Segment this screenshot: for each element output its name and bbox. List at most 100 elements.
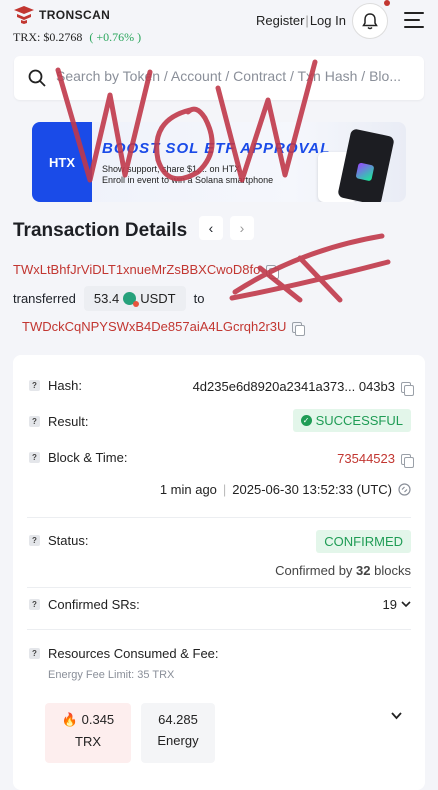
to-address-row: TWDckCqNPYSWxB4De857aiA4LGcrqh2r3U [22, 319, 306, 337]
result-label-row: ? Result: [29, 414, 88, 429]
energy-fee-limit: Energy Fee Limit: 35 TRX [48, 669, 175, 681]
header: TRONSCAN TRX: $0.2768 ( +0.76% ) Registe… [0, 0, 438, 50]
status-label-row: ? Status: [29, 533, 88, 548]
result-value: SUCCESSFUL [315, 413, 403, 428]
srs-label-row: ? Confirmed SRs: [29, 597, 140, 612]
htx-logo: HTX [32, 122, 92, 202]
resources-label-row: ? Resources Consumed & Fee: [29, 646, 219, 661]
status-badge: CONFIRMED [316, 530, 411, 553]
brand-name: TRONSCAN [39, 8, 111, 22]
divider [27, 629, 411, 630]
prev-transaction-button[interactable]: ‹ [199, 216, 223, 240]
hash-label: Hash: [48, 378, 82, 393]
bell-icon [362, 12, 378, 29]
page-title: Transaction Details [13, 220, 188, 241]
search-bar [14, 56, 424, 100]
result-label: Result: [48, 414, 89, 429]
tronscan-logo[interactable]: TRONSCAN [13, 6, 110, 24]
banner-phone-image [337, 128, 395, 202]
energy-unit: Energy [157, 733, 199, 748]
help-icon[interactable]: ? [29, 535, 40, 546]
copy-icon[interactable] [401, 382, 414, 397]
to-label: to [193, 291, 205, 306]
chevron-left-icon: ‹ [208, 220, 214, 236]
hash-label-row: ? Hash: [29, 378, 82, 393]
block-time-row: 1 min ago | 2025-06-30 13:52:33 (UTC) [160, 482, 411, 497]
confirmed-srs-value: 19 [382, 597, 397, 612]
banner-sub-line-2: Enroll in event to win a Solana smartpho… [102, 175, 274, 185]
hash-value-row: 4d235e6d8920a2341a373... 043b3 [193, 379, 414, 397]
confirmed-by-count: 32 [356, 563, 371, 578]
auth-separator: | [305, 13, 309, 28]
flame-icon: 🔥 [61, 712, 78, 727]
from-address-row: TWxLtBhfJrViDLT1xnueMrZsBBXCwoD8fo [13, 262, 280, 280]
banner-headline: BOOST SOL ETF APPROVAL [102, 140, 331, 157]
confirmed-by-row: Confirmed by 32 blocks [275, 563, 411, 578]
help-icon[interactable]: ? [29, 416, 40, 427]
copy-icon[interactable] [266, 265, 280, 280]
transferred-label: transferred [13, 291, 76, 306]
block-time-label: Block & Time: [48, 450, 128, 465]
to-address-link[interactable]: TWDckCqNPYSWxB4De857aiA4LGcrqh2r3U [22, 319, 286, 334]
confirmed-by-suffix: blocks [374, 563, 411, 578]
notifications-button[interactable] [352, 3, 388, 39]
fee-trx-value: 0.345 [81, 712, 115, 727]
time-ago: 1 min ago [159, 482, 217, 497]
energy-box: 64.285 Energy [141, 703, 215, 763]
banner-subtext: Show support, share $1,... on HTX Enroll… [102, 164, 273, 186]
trx-price: $0.2768 [43, 30, 83, 44]
status-value: CONFIRMED [316, 530, 411, 553]
copy-icon[interactable] [401, 454, 414, 469]
notification-dot [384, 0, 390, 6]
tronscan-logo-icon [14, 6, 34, 24]
banner-sub-line-1: Show support, share $1,... on HTX [102, 164, 241, 174]
divider [27, 517, 411, 518]
register-link[interactable]: Register [256, 13, 304, 28]
help-icon[interactable]: ? [29, 648, 40, 659]
transfer-summary: transferred 53.4 USDT to [13, 286, 204, 311]
result-badge: ✓ SUCCESSFUL [292, 409, 411, 432]
energy-value: 64.285 [158, 712, 198, 727]
trx-label: TRX: [13, 30, 41, 44]
chevron-down-icon [401, 601, 411, 608]
token-symbol-link[interactable]: USDT [140, 291, 175, 306]
fee-trx-value-row: 🔥 0.345 [45, 712, 131, 728]
fee-trx-unit: TRX [75, 734, 101, 749]
confirmed-by-prefix: Confirmed by [275, 563, 353, 578]
timestamp: 2025-06-30 13:52:33 (UTC) [232, 482, 392, 497]
from-address-link[interactable]: TWxLtBhfJrViDLT1xnueMrZsBBXCwoD8fo [13, 262, 260, 277]
transfer-amount-pill: 53.4 USDT [83, 286, 186, 311]
help-icon[interactable]: ? [29, 452, 40, 463]
next-transaction-button[interactable]: › [230, 216, 254, 240]
block-number-link[interactable]: 73544523 [337, 451, 395, 466]
login-link[interactable]: Log In [310, 13, 346, 28]
help-icon[interactable]: ? [29, 599, 40, 610]
check-icon: ✓ [300, 415, 312, 426]
trx-price-ticker: TRX: $0.2768 ( +0.76% ) [13, 30, 141, 45]
time-separator: | [222, 482, 227, 497]
chevron-down-icon[interactable] [391, 712, 402, 720]
hash-value[interactable]: 4d235e6d8920a2341a373... 043b3 [193, 379, 395, 394]
fee-trx-box: 🔥 0.345 TRX [45, 703, 131, 763]
solana-icon [355, 162, 375, 182]
block-label-row: ? Block & Time: [29, 450, 127, 465]
auth-links: Register|Log In [256, 13, 346, 28]
menu-icon[interactable] [404, 12, 424, 33]
clock-toggle-icon[interactable] [398, 483, 411, 496]
chevron-right-icon: › [239, 220, 245, 236]
help-icon[interactable]: ? [29, 380, 40, 391]
copy-icon[interactable] [292, 322, 306, 337]
usdt-icon [123, 292, 140, 307]
search-input[interactable] [54, 67, 413, 85]
transfer-amount: 53.4 [93, 291, 120, 306]
block-value-row: 73544523 [337, 451, 414, 469]
confirmed-srs-label: Confirmed SRs: [48, 597, 140, 612]
transaction-detail-card: ? Hash: 4d235e6d8920a2341a373... 043b3 ? R… [13, 355, 425, 790]
promo-banner[interactable]: HTX BOOST SOL ETF APPROVAL Show support,… [32, 122, 406, 202]
confirmed-srs-dropdown[interactable]: 19 [383, 597, 411, 612]
status-label: Status: [48, 533, 89, 548]
resources-label: Resources Consumed & Fee: [48, 646, 219, 661]
trx-change: ( +0.76% ) [89, 30, 142, 44]
search-icon[interactable] [28, 69, 46, 87]
divider [27, 587, 411, 588]
